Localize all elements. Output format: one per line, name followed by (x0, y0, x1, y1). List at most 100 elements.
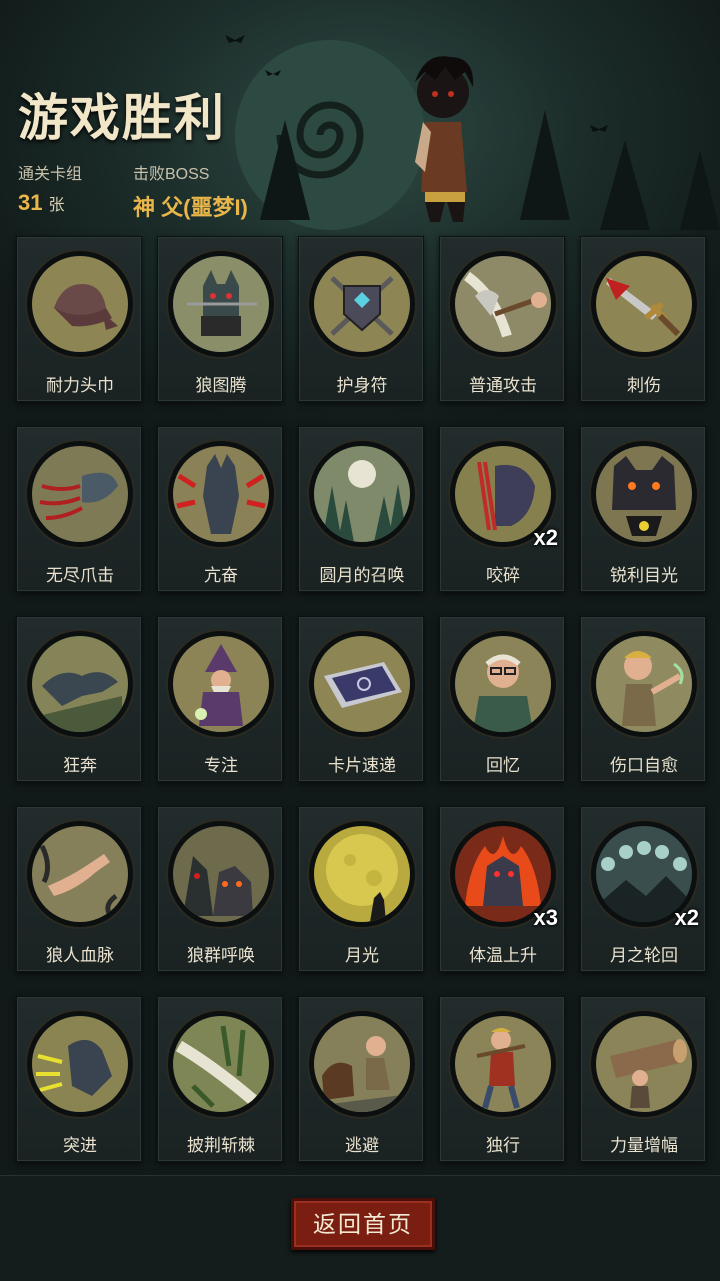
card-medal (591, 441, 697, 547)
wolf-totem-icon (187, 270, 257, 336)
card-item[interactable]: 狼人血脉 (16, 806, 142, 972)
card-item[interactable]: 护身符 (298, 236, 424, 402)
bloody-sword-icon (606, 278, 681, 337)
card-item[interactable]: 回忆 (439, 616, 565, 782)
card-medal (450, 251, 556, 357)
card-name: 狂奔 (63, 756, 97, 775)
card-medal (27, 251, 133, 357)
card-name: 耐力头巾 (46, 376, 114, 395)
card-item[interactable]: 无尽爪击 (16, 426, 142, 592)
card-item[interactable]: 刺伤 (580, 236, 706, 402)
card-name: 独行 (486, 1136, 520, 1155)
card-name: 披荆斩棘 (187, 1136, 255, 1155)
page-title: 游戏胜利 (18, 90, 226, 146)
card-icon (324, 662, 402, 708)
card-item[interactable]: 独行 (439, 996, 565, 1162)
running-wolf-icon (38, 672, 122, 732)
wizard-icon (195, 644, 243, 726)
card-item[interactable]: 普通攻击 (439, 236, 565, 402)
card-name: 力量增幅 (610, 1136, 678, 1155)
card-medal (27, 1011, 133, 1117)
card-medal (168, 631, 274, 737)
amulet-icon (330, 276, 394, 336)
claw-icon (39, 472, 118, 520)
card-medal (168, 441, 274, 547)
card-medal (27, 631, 133, 737)
card-name: 护身符 (336, 376, 388, 395)
card-name: 专注 (204, 756, 238, 775)
hero-character-illustration (415, 56, 474, 222)
card-item[interactable]: 狼图腾 (157, 236, 283, 402)
card-item[interactable]: 锐利目光 (580, 426, 706, 592)
return-home-button[interactable]: 返回首页 (291, 1198, 435, 1250)
boss-label: 击败BOSS (133, 166, 210, 183)
card-item[interactable]: 专注 (157, 616, 283, 782)
card-name: 突进 (63, 1136, 97, 1155)
card-item[interactable]: 月光 (298, 806, 424, 972)
card-medal (27, 441, 133, 547)
card-name: 锐利目光 (610, 566, 678, 585)
card-name: 狼群呼唤 (187, 946, 255, 965)
card-name: 体温上升 (469, 946, 537, 965)
card-medal (309, 251, 415, 357)
card-medal (168, 251, 274, 357)
card-medal (309, 1011, 415, 1117)
card-name: 刺伤 (627, 376, 661, 395)
arm-icon (39, 844, 118, 920)
card-medal (309, 821, 415, 927)
card-name: 月之轮回 (610, 946, 678, 965)
card-name: 回忆 (486, 756, 520, 775)
card-name: 逃避 (345, 1136, 379, 1155)
card-name: 亢奋 (204, 566, 238, 585)
deck-value: 31 张 (18, 190, 82, 216)
glowing-eyes-icon (612, 456, 676, 536)
card-item[interactable]: 亢奋 (157, 426, 283, 592)
card-medal (450, 631, 556, 737)
card-item[interactable]: 逃避 (298, 996, 424, 1162)
werewolf-frenzy-icon (176, 454, 266, 534)
boy-heal-icon (622, 651, 684, 726)
lone-walk-icon (476, 1028, 526, 1109)
card-name: 月光 (345, 946, 379, 965)
card-medal (591, 251, 697, 357)
card-name: 狼人血脉 (46, 946, 114, 965)
deck-stat: 通关卡组 31 张 (18, 160, 82, 216)
card-grid: 耐力头巾 狼图腾 护身符 普通攻击 刺伤 无尽爪击 亢奋 圆月的召唤 咬碎 x2… (16, 236, 706, 1162)
card-item[interactable]: 狼群呼唤 (157, 806, 283, 972)
bandana-icon (54, 284, 118, 330)
card-item[interactable]: 咬碎 x2 (439, 426, 565, 592)
card-item[interactable]: 月之轮回 x2 (580, 806, 706, 972)
card-item[interactable]: 圆月的召唤 (298, 426, 424, 592)
wolf-pack-icon (183, 856, 253, 916)
moonlight-icon (326, 834, 398, 922)
log-lift-icon (610, 1039, 687, 1108)
old-man-icon (473, 654, 533, 732)
card-medal (450, 1011, 556, 1117)
card-item[interactable]: 耐力头巾 (16, 236, 142, 402)
card-count: x2 (533, 525, 558, 550)
card-item[interactable]: 狂奔 (16, 616, 142, 782)
card-item[interactable]: 披荆斩棘 (157, 996, 283, 1162)
card-item[interactable]: 卡片速递 (298, 616, 424, 782)
axe-strike-icon (463, 271, 547, 338)
card-medal (168, 821, 274, 927)
card-count: x3 (533, 905, 558, 930)
card-item[interactable]: 突进 (16, 996, 142, 1162)
card-name: 圆月的召唤 (319, 566, 405, 585)
card-medal (591, 1011, 697, 1117)
deck-count: 31 (18, 190, 43, 215)
deck-unit: 张 (48, 197, 65, 214)
card-medal (309, 631, 415, 737)
card-item[interactable]: 伤口自愈 (580, 616, 706, 782)
card-name: 无尽爪击 (46, 566, 114, 585)
card-name: 普通攻击 (469, 376, 537, 395)
card-medal (168, 1011, 274, 1117)
boss-name: 神 父(噩梦I) (133, 195, 248, 220)
boss-stat: 击败BOSS 神 父(噩梦I) (133, 160, 248, 222)
escape-icon (314, 1036, 410, 1112)
card-item[interactable]: 体温上升 x3 (439, 806, 565, 972)
card-medal (591, 631, 697, 737)
card-count: x2 (674, 905, 699, 930)
header: 游戏胜利 通关卡组 31 张 击败BOSS 神 父(噩梦I) (0, 0, 720, 230)
card-item[interactable]: 力量增幅 (580, 996, 706, 1162)
